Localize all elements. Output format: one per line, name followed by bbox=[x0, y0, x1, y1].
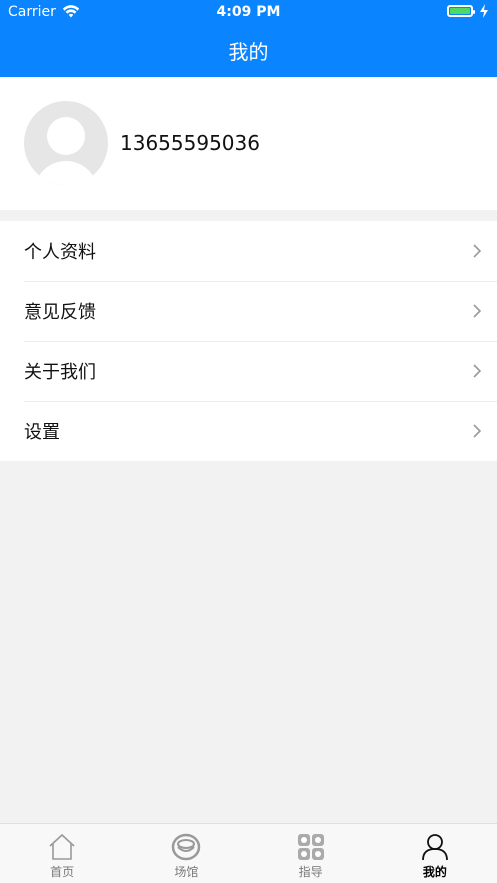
chevron-right-icon bbox=[473, 364, 482, 378]
menu-item-settings[interactable]: 设置 bbox=[0, 401, 497, 461]
user-phone: 13655595036 bbox=[120, 131, 260, 155]
user-icon bbox=[421, 834, 448, 861]
venue-icon bbox=[172, 833, 201, 861]
avatar[interactable] bbox=[24, 101, 108, 185]
tab-label: 场馆 bbox=[174, 865, 199, 879]
menu-item-about[interactable]: 关于我们 bbox=[0, 341, 497, 401]
tab-label: 我的 bbox=[422, 865, 447, 879]
grid-icon bbox=[297, 834, 324, 860]
status-right bbox=[447, 4, 489, 18]
settings-menu: 个人资料 意见反馈 关于我们 设置 bbox=[0, 221, 497, 461]
status-bar: Carrier 4:09 PM bbox=[0, 0, 497, 26]
chevron-right-icon bbox=[473, 304, 482, 318]
avatar-body bbox=[34, 161, 98, 185]
charging-bolt-icon bbox=[480, 4, 488, 18]
tab-label: 首页 bbox=[50, 865, 75, 879]
tab-label: 指导 bbox=[298, 865, 323, 879]
avatar-head bbox=[47, 117, 85, 155]
battery-icon bbox=[447, 5, 475, 17]
menu-item-label: 设置 bbox=[24, 422, 60, 443]
menu-item-profile[interactable]: 个人资料 bbox=[0, 221, 497, 281]
tab-mine[interactable]: 我的 bbox=[373, 824, 497, 883]
menu-item-label: 关于我们 bbox=[24, 362, 96, 383]
menu-item-label: 个人资料 bbox=[24, 242, 96, 263]
home-icon bbox=[49, 833, 75, 860]
chevron-right-icon bbox=[473, 244, 482, 258]
menu-item-label: 意见反馈 bbox=[24, 302, 96, 323]
tab-venue[interactable]: 场馆 bbox=[124, 824, 248, 883]
header-bar: Carrier 4:09 PM 我的 bbox=[0, 0, 497, 77]
tab-guide[interactable]: 指导 bbox=[249, 824, 373, 883]
profile-card[interactable]: 13655595036 bbox=[0, 77, 497, 210]
menu-item-feedback[interactable]: 意见反馈 bbox=[0, 281, 497, 341]
page-title: 我的 bbox=[228, 40, 269, 64]
tab-bar: 首页 场馆 指导 我的 bbox=[0, 823, 497, 883]
chevron-right-icon bbox=[473, 424, 482, 438]
status-time: 4:09 PM bbox=[216, 4, 281, 20]
tab-home[interactable]: 首页 bbox=[0, 824, 124, 883]
